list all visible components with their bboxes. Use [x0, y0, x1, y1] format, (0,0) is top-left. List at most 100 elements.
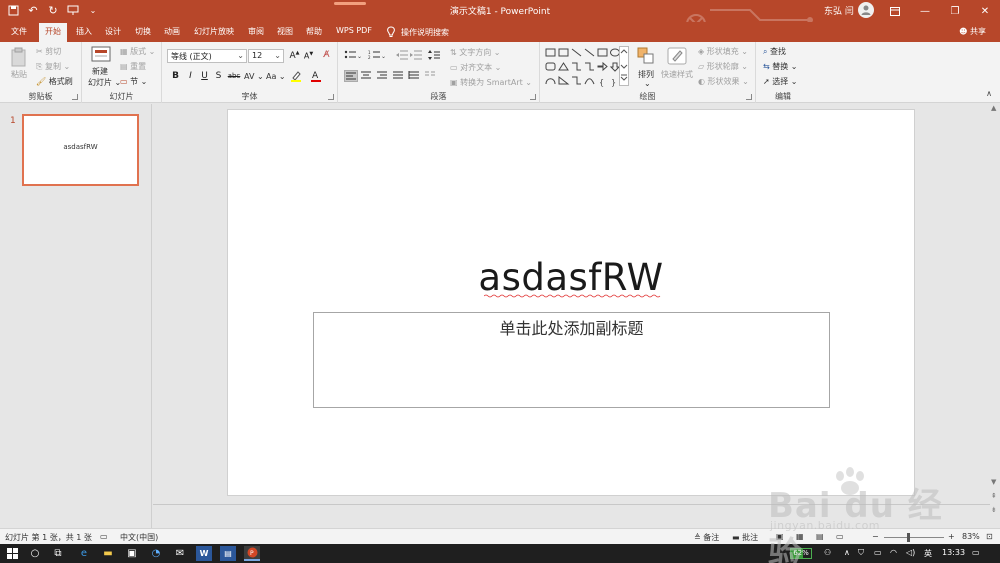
grow-font-button[interactable]: A▲: [288, 50, 301, 61]
slideshow-icon[interactable]: ▭: [836, 532, 844, 541]
close-icon[interactable]: ✕: [970, 0, 1000, 22]
font-size-select[interactable]: 12 ⌄: [248, 49, 284, 63]
word-icon[interactable]: W: [196, 546, 212, 561]
minimize-icon[interactable]: —: [910, 0, 940, 22]
volume-icon[interactable]: ◁): [906, 548, 915, 557]
highlight-icon[interactable]: [290, 70, 302, 85]
clipboard-launcher-icon[interactable]: [72, 94, 78, 100]
tab-transitions[interactable]: 切换: [135, 26, 151, 37]
bold-button[interactable]: B: [169, 71, 182, 81]
tab-review[interactable]: 审阅: [248, 26, 264, 37]
battery-indicator[interactable]: 62%: [790, 548, 812, 559]
tab-home[interactable]: 开始: [39, 23, 67, 42]
columns-button[interactable]: [424, 70, 438, 82]
user-name[interactable]: 东弘 闫: [824, 4, 854, 17]
replace-button[interactable]: ⇆ 替换 ⌄: [763, 61, 798, 72]
paragraph-launcher-icon[interactable]: [530, 94, 536, 100]
paste-label[interactable]: 粘贴: [11, 69, 27, 80]
notes-button[interactable]: ≜ 备注: [694, 532, 719, 543]
clock[interactable]: 13:33: [942, 548, 965, 557]
next-slide-icon[interactable]: ⇟: [991, 506, 997, 514]
find-button[interactable]: ⌕ 查找: [763, 46, 786, 57]
change-case-button[interactable]: Aa ⌄: [266, 72, 286, 81]
fit-slide-icon[interactable]: ⊡: [986, 532, 993, 541]
text-direction-button[interactable]: ⇅ 文字方向 ⌄: [450, 47, 501, 58]
arrange-icon[interactable]: [637, 47, 655, 68]
paste-icon[interactable]: [10, 47, 28, 70]
notes-separator[interactable]: [153, 504, 1000, 505]
new-slide-label-2[interactable]: 幻灯片 ⌄: [88, 77, 121, 88]
shadow-button[interactable]: S: [212, 71, 225, 81]
scroll-down-icon[interactable]: ▼: [991, 478, 996, 486]
store-icon[interactable]: ▣: [124, 546, 140, 561]
tab-animations[interactable]: 动画: [164, 26, 180, 37]
restore-icon[interactable]: ❐: [940, 0, 970, 22]
comments-button[interactable]: ▬ 批注: [732, 532, 758, 543]
slide-thumbnail[interactable]: asdasfRW: [22, 114, 139, 186]
char-spacing-button[interactable]: AV ⌄: [244, 72, 264, 81]
increase-indent-icon[interactable]: [410, 50, 422, 63]
line-spacing-icon[interactable]: [428, 50, 444, 63]
reset-button[interactable]: ▤ 重置: [120, 61, 146, 72]
decrease-indent-icon[interactable]: [396, 50, 408, 63]
shape-fill-button[interactable]: ◈ 形状填充 ⌄: [698, 46, 748, 57]
new-slide-icon[interactable]: [91, 46, 111, 66]
zoom-slider-handle[interactable]: [907, 533, 910, 542]
quick-styles-label[interactable]: 快速样式: [661, 69, 693, 80]
avatar[interactable]: [858, 2, 874, 18]
wifi-icon[interactable]: ◠: [890, 548, 897, 557]
quick-styles-icon[interactable]: [667, 47, 687, 68]
zoom-slider-track[interactable]: [884, 537, 944, 538]
action-center-icon[interactable]: ▭: [972, 548, 980, 557]
align-text-button[interactable]: ▭ 对齐文本 ⌄: [450, 62, 501, 73]
tab-wps-pdf[interactable]: WPS PDF: [336, 26, 372, 35]
smartart-button[interactable]: ▣ 转换为 SmartArt ⌄: [450, 77, 532, 88]
tab-design[interactable]: 设计: [105, 26, 121, 37]
shapes-more-icon[interactable]: [619, 46, 629, 89]
tab-file[interactable]: 文件: [11, 26, 27, 37]
align-right-button[interactable]: [376, 70, 390, 82]
collapse-ribbon-icon[interactable]: ∧: [986, 89, 992, 98]
distributed-button[interactable]: [408, 70, 422, 82]
subtitle-placeholder[interactable]: 单击此处添加副标题: [313, 312, 830, 408]
font-color-icon[interactable]: A: [310, 70, 322, 85]
people-icon[interactable]: ⚇: [824, 548, 831, 557]
tab-slideshow[interactable]: 幻灯片放映: [194, 26, 234, 37]
slide-title[interactable]: asdasfRW: [228, 256, 914, 299]
previous-slide-icon[interactable]: ⇞: [991, 492, 997, 500]
font-name-select[interactable]: 等线 (正文) ⌄: [167, 49, 247, 63]
italic-button[interactable]: I: [184, 71, 197, 81]
font-launcher-icon[interactable]: [328, 94, 334, 100]
tell-me-search[interactable]: 操作说明搜索: [386, 26, 449, 38]
word-doc-icon[interactable]: ▤: [220, 546, 236, 561]
mail-icon[interactable]: ✉: [172, 546, 188, 561]
powerpoint-taskbar-icon[interactable]: P: [244, 546, 260, 561]
align-left-button[interactable]: [344, 70, 358, 82]
format-painter-button[interactable]: 🖌 格式刷: [36, 76, 73, 87]
ime-indicator[interactable]: 英: [924, 548, 932, 559]
drawing-launcher-icon[interactable]: [746, 94, 752, 100]
justify-button[interactable]: [392, 70, 406, 82]
zoom-out-icon[interactable]: −: [872, 532, 879, 541]
clock-app-icon[interactable]: ◔: [148, 546, 164, 561]
battery-tray-icon[interactable]: ▭: [874, 548, 882, 557]
numbering-icon[interactable]: 1 2 ⌄: [368, 50, 386, 63]
windows-start-icon[interactable]: [4, 546, 20, 561]
ribbon-display-options-icon[interactable]: [880, 0, 910, 22]
shrink-font-button[interactable]: A▼: [302, 51, 315, 61]
clear-formatting-icon[interactable]: A̸: [320, 50, 333, 60]
shape-effects-button[interactable]: ◐ 形状效果 ⌄: [698, 76, 749, 87]
vertical-scrollbar[interactable]: ▲ ▼ ⇞ ⇟: [990, 104, 1000, 528]
bullets-icon[interactable]: ⌄: [344, 50, 362, 63]
new-slide-label-1[interactable]: 新建: [92, 66, 108, 77]
slide-canvas[interactable]: asdasfRW 单击此处添加副标题: [227, 109, 915, 496]
tab-view[interactable]: 视图: [277, 26, 293, 37]
cut-button[interactable]: ✂ 剪切: [36, 46, 61, 57]
underline-button[interactable]: U: [198, 71, 211, 81]
tab-insert[interactable]: 插入: [76, 26, 92, 37]
scroll-up-icon[interactable]: ▲: [991, 104, 996, 112]
slide-sorter-icon[interactable]: ▦: [796, 532, 804, 541]
share-button[interactable]: ☻ 共享: [959, 26, 986, 37]
file-explorer-icon[interactable]: ▬: [100, 546, 116, 561]
section-button[interactable]: ▭ 节 ⌄: [120, 76, 147, 87]
